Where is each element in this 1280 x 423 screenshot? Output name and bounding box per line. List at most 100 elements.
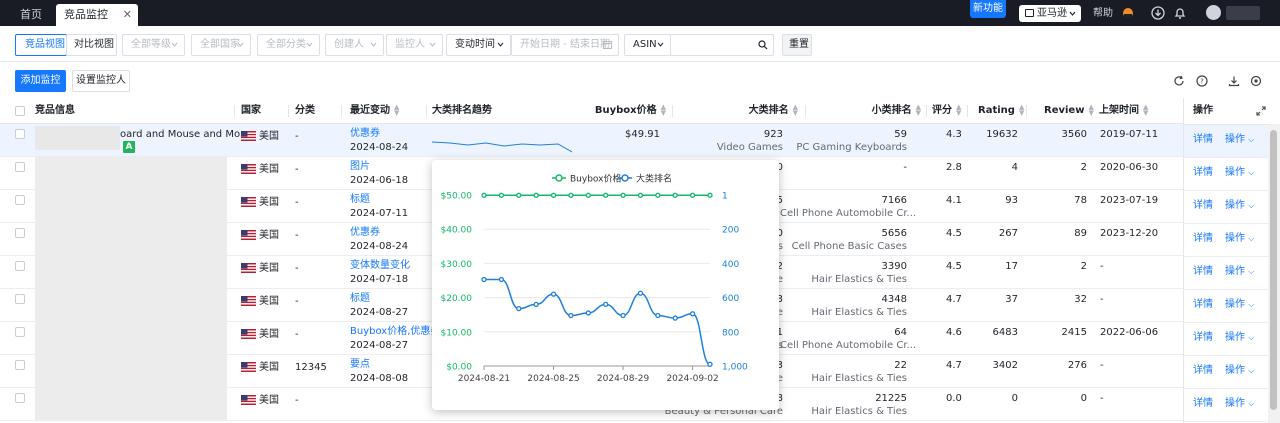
col-rating[interactable]: Rating ▲ ▼ <box>978 98 1024 124</box>
data-point <box>689 311 696 317</box>
refresh-icon[interactable] <box>1173 75 1185 87</box>
recent-change-link[interactable]: 变体数量变化 <box>350 259 410 272</box>
date-range-picker[interactable]: 开始日期 - 结束日期 <box>511 34 619 56</box>
bell-icon[interactable] <box>1173 6 1187 20</box>
help-link[interactable]: 帮助 <box>1093 5 1113 22</box>
col-review[interactable]: Review ▲ ▼ <box>1044 98 1094 124</box>
creator-select[interactable]: 创建人 <box>325 34 384 56</box>
ops-dropdown[interactable]: 操作 ⌵ <box>1225 199 1254 212</box>
tab-home[interactable]: 首页 <box>12 4 50 26</box>
detail-link[interactable]: 详情 <box>1193 166 1213 179</box>
recent-change-link[interactable]: 标题 <box>350 193 370 206</box>
recent-change-link[interactable]: 要点 <box>350 358 370 371</box>
avatar[interactable] <box>1206 5 1221 20</box>
col-recent-change[interactable]: 最近变动 ▲ ▼ <box>350 98 399 124</box>
search-type-select[interactable]: ASIN <box>624 34 671 56</box>
recent-change-link[interactable]: 图片 <box>350 160 370 173</box>
table-row[interactable]: oard and Mouse and Mo... A 美国 - 优惠券 2024-08-2… <box>0 124 1268 157</box>
row-actions: 详情 操作 ⌵ <box>1184 389 1269 422</box>
ops-dropdown[interactable]: 操作 ⌵ <box>1225 166 1254 179</box>
set-monitor-button[interactable]: 设置监控人 <box>72 70 130 92</box>
ops-dropdown[interactable]: 操作 ⌵ <box>1225 232 1254 245</box>
marketplace-selector[interactable]: 亚马逊 <box>1019 5 1081 22</box>
row-checkbox[interactable] <box>15 393 25 403</box>
recent-change-link[interactable]: Buybox价格,优惠券, <box>350 325 444 338</box>
chevron-down-icon: ⌵ <box>1248 201 1255 210</box>
data-point <box>620 192 626 198</box>
detail-link[interactable]: 详情 <box>1193 397 1213 410</box>
vertical-scrollbar[interactable] <box>1268 124 1280 423</box>
row-checkbox[interactable] <box>15 162 25 172</box>
row-actions: 详情 操作 ⌵ <box>1184 356 1269 389</box>
row-checkbox[interactable] <box>15 294 25 304</box>
reset-button[interactable]: 重置 <box>782 34 812 56</box>
sub-rank: 64 <box>894 327 907 338</box>
country-select[interactable]: 全部国家 <box>191 34 251 56</box>
detail-link[interactable]: 详情 <box>1193 331 1213 344</box>
product-title[interactable]: oard and Mouse and Mo... <box>120 128 249 141</box>
product-info-redacted <box>35 223 227 256</box>
change-time-select[interactable]: 变动时间 <box>446 34 511 56</box>
recent-change-link[interactable]: 优惠券 <box>350 127 380 140</box>
ops-dropdown[interactable]: 操作 ⌵ <box>1225 265 1254 278</box>
tab-competitor-monitor[interactable]: 竞品监控 ✕ <box>56 4 138 26</box>
category-select[interactable]: 全部分类 <box>257 34 320 56</box>
col-buybox[interactable]: Buybox价格 ▲ ▼ <box>560 98 666 124</box>
detail-link[interactable]: 详情 <box>1193 133 1213 146</box>
search-icon[interactable] <box>758 40 768 50</box>
search-input[interactable] <box>670 34 774 56</box>
level-select[interactable]: 全部等级 <box>122 34 185 56</box>
ops-dropdown[interactable]: 操作 ⌵ <box>1225 331 1254 344</box>
sort-icon: ▲ ▼ <box>1018 103 1025 117</box>
user-name-redacted[interactable] <box>1226 6 1260 20</box>
rank-sparkline[interactable] <box>432 138 572 157</box>
download-icon[interactable] <box>1151 6 1165 20</box>
recent-change-link[interactable]: 标题 <box>350 292 370 305</box>
row-checkbox[interactable] <box>15 129 25 139</box>
listed-date: - <box>1100 360 1104 371</box>
settings-icon[interactable] <box>1250 75 1262 87</box>
col-main-rank[interactable]: 大类排名 ▲ ▼ <box>700 98 798 124</box>
detail-link[interactable]: 详情 <box>1193 364 1213 377</box>
select-all-checkbox[interactable] <box>15 106 25 116</box>
col-listed[interactable]: 上架时间 ▲ ▼ <box>1099 98 1148 124</box>
row-checkbox[interactable] <box>15 360 25 370</box>
export-icon[interactable] <box>1228 75 1240 87</box>
level-select-value: 全部等级 <box>131 39 171 50</box>
expand-icon[interactable] <box>1256 106 1266 116</box>
row-checkbox[interactable] <box>15 261 25 271</box>
ops-dropdown[interactable]: 操作 ⌵ <box>1225 397 1254 410</box>
monitor-select[interactable]: 监控人 <box>386 34 443 56</box>
add-monitor-button[interactable]: 添加监控 <box>15 70 66 92</box>
compare-view-button[interactable]: 对比视图 <box>66 34 117 56</box>
col-score[interactable]: 评分 ▲ ▼ <box>932 98 961 124</box>
ops-dropdown[interactable]: 操作 ⌵ <box>1225 298 1254 311</box>
country-select-value: 全部国家 <box>200 39 240 50</box>
close-icon[interactable]: ✕ <box>123 4 132 26</box>
product-view-button[interactable]: 竞品视图 <box>15 34 67 56</box>
ops-dropdown[interactable]: 操作 ⌵ <box>1225 133 1254 146</box>
recent-change-link[interactable]: 优惠券 <box>350 226 380 239</box>
detail-link[interactable]: 详情 <box>1193 199 1213 212</box>
sort-icon: ▲ ▼ <box>1088 103 1094 117</box>
col-sub-rank[interactable]: 小类排名 ▲ ▼ <box>820 98 921 124</box>
us-flag-icon <box>241 395 256 405</box>
new-feature-badge[interactable]: 新功能 <box>970 0 1006 18</box>
row-checkbox[interactable] <box>15 195 25 205</box>
rating-count: 0 <box>1011 393 1018 404</box>
detail-link[interactable]: 详情 <box>1193 232 1213 245</box>
col-buybox-label: Buybox价格 <box>594 105 657 116</box>
detail-link[interactable]: 详情 <box>1193 265 1213 278</box>
product-info-redacted <box>35 289 227 322</box>
row-checkbox[interactable] <box>15 228 25 238</box>
help-icon[interactable]: ? <box>1196 75 1208 87</box>
col-ops: 操作 <box>1193 105 1213 116</box>
main-category: Video Games <box>716 142 783 153</box>
user-service-icon[interactable] <box>1121 6 1135 20</box>
row-checkbox[interactable] <box>15 327 25 337</box>
detail-link[interactable]: 详情 <box>1193 298 1213 311</box>
data-point <box>568 192 574 198</box>
scrollbar-thumb[interactable] <box>1270 130 1277 410</box>
ops-dropdown[interactable]: 操作 ⌵ <box>1225 364 1254 377</box>
row-actions: 详情 操作 ⌵ <box>1184 224 1269 257</box>
